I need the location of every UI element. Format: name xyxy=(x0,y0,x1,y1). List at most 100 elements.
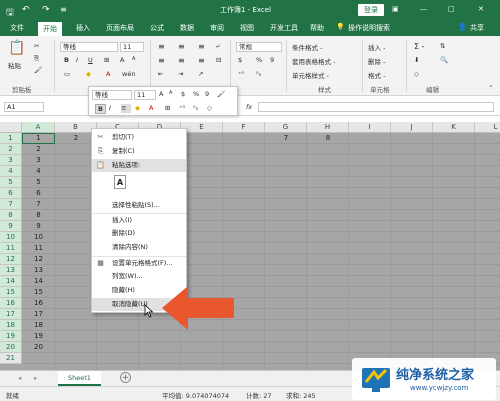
mini-comma-button[interactable]: 9 xyxy=(205,90,209,98)
bold-button[interactable]: B xyxy=(64,56,69,64)
scroll-left-icon[interactable]: ◂ xyxy=(18,374,21,382)
decrease-indent-icon[interactable]: ⇤ xyxy=(158,70,163,78)
delete-cells-button[interactable]: 删除 - xyxy=(368,56,385,66)
mini-align-center-icon[interactable]: ≡ xyxy=(121,104,131,113)
menu-paste-button[interactable]: A xyxy=(92,175,186,195)
format-cells-button[interactable]: 格式 - xyxy=(368,70,385,80)
tab-formulas[interactable]: 公式 xyxy=(150,23,164,33)
cell-a[interactable]: 18 xyxy=(22,320,55,331)
row-header[interactable]: 7 xyxy=(0,199,22,210)
column-header-g[interactable]: G xyxy=(265,122,307,133)
font-grow-icon[interactable]: A xyxy=(120,56,124,64)
column-header-h[interactable]: H xyxy=(307,122,349,133)
column-header-l[interactable]: L xyxy=(475,122,500,133)
cond-format-button[interactable]: 条件格式 - xyxy=(292,42,322,52)
row-header[interactable]: 5 xyxy=(0,177,22,188)
align-center-icon[interactable]: ≡ xyxy=(178,56,185,65)
tab-page-layout[interactable]: 页面布局 xyxy=(106,23,134,33)
row-header[interactable]: 14 xyxy=(0,276,22,287)
sort-filter-icon[interactable]: ⇅ xyxy=(440,42,445,50)
comma-button[interactable]: 9 xyxy=(270,56,274,64)
cell-a[interactable]: 14 xyxy=(22,276,55,287)
menu-clear-contents[interactable]: 清除内容(N) xyxy=(92,241,186,254)
cell-a[interactable]: 5 xyxy=(22,177,55,188)
paste-button[interactable]: 粘贴 xyxy=(8,60,21,70)
cell-a[interactable]: 6 xyxy=(22,188,55,199)
spreadsheet-grid[interactable]: ABCDEFGHIJKLMA 1234567891011121314151617… xyxy=(0,122,500,370)
row-header[interactable]: 12 xyxy=(0,254,22,265)
tab-data[interactable]: 数据 xyxy=(180,23,194,33)
tab-view[interactable]: 视图 xyxy=(240,23,254,33)
decrease-decimal-icon[interactable]: ⁰₀ xyxy=(256,70,261,78)
mini-currency-icon[interactable]: $ xyxy=(181,90,185,98)
row-header[interactable]: 2 xyxy=(0,144,22,155)
cut-icon[interactable]: ✂ xyxy=(34,42,39,50)
row-header[interactable]: 4 xyxy=(0,166,22,177)
mini-format-painter-icon[interactable]: 🖌 xyxy=(217,90,225,98)
row-header[interactable]: 1 xyxy=(0,133,22,144)
copy-icon[interactable]: ⎘ xyxy=(34,54,39,63)
paste-icon[interactable]: 📋 xyxy=(8,40,25,56)
align-left-icon[interactable]: ≡ xyxy=(158,56,165,65)
cell-a[interactable]: 19 xyxy=(22,331,55,342)
row-header[interactable]: 13 xyxy=(0,265,22,276)
cell-a[interactable]: 4 xyxy=(22,166,55,177)
column-header-i[interactable]: I xyxy=(349,122,391,133)
paste-clipboard-icon[interactable]: A xyxy=(114,175,126,189)
tab-home[interactable]: 开始 xyxy=(38,22,62,36)
login-button[interactable]: 登录 xyxy=(358,4,384,16)
align-top-icon[interactable]: ≡ xyxy=(158,42,165,51)
insert-cells-button[interactable]: 插入 - xyxy=(368,42,385,52)
number-format-box[interactable]: 常规 xyxy=(236,42,282,52)
tab-review[interactable]: 审阅 xyxy=(210,23,224,33)
percent-button[interactable]: % xyxy=(256,56,262,64)
mini-percent-button[interactable]: % xyxy=(193,90,199,98)
mini-font-box[interactable]: 等线 xyxy=(92,90,132,100)
mini-fill-color-icon[interactable]: ◆ xyxy=(135,104,140,112)
find-icon[interactable]: 🔍 xyxy=(440,56,448,64)
fx-button[interactable]: fx xyxy=(246,103,252,111)
row-header[interactable]: 15 xyxy=(0,287,22,298)
select-all-corner[interactable] xyxy=(0,122,22,133)
border-icon[interactable]: ⊞ xyxy=(104,56,109,64)
increase-indent-icon[interactable]: ⇥ xyxy=(178,70,183,78)
cell-h1[interactable]: 8 xyxy=(307,133,349,144)
tab-developer[interactable]: 开发工具 xyxy=(270,23,298,33)
row-header[interactable]: 11 xyxy=(0,243,22,254)
align-middle-icon[interactable]: ≡ xyxy=(178,42,185,51)
font-size-box[interactable]: 11 xyxy=(120,42,144,52)
row-header[interactable]: 17 xyxy=(0,309,22,320)
mini-grow-icon[interactable]: A xyxy=(159,90,163,98)
tab-file[interactable]: 文件 xyxy=(10,23,24,33)
font-name-box[interactable]: 等线 xyxy=(60,42,118,52)
cell-a[interactable]: 11 xyxy=(22,243,55,254)
row-header[interactable]: 9 xyxy=(0,221,22,232)
scroll-right-icon[interactable]: ▸ xyxy=(34,374,37,382)
formula-input[interactable] xyxy=(258,102,494,112)
menu-insert[interactable]: 插入(I) xyxy=(92,213,186,226)
border-bottom-icon[interactable]: ▭ xyxy=(64,70,70,78)
column-header-k[interactable]: K xyxy=(433,122,475,133)
row-header[interactable]: 8 xyxy=(0,210,22,221)
cell-a[interactable]: 9 xyxy=(22,221,55,232)
undo-icon[interactable]: ↶ xyxy=(22,5,30,15)
menu-format-cells[interactable]: ▦ 设置单元格格式(F)... xyxy=(92,256,186,269)
save-icon[interactable]: 🖫 xyxy=(6,5,14,21)
sheet-tab-sheet1[interactable]: Sheet1 xyxy=(58,371,101,386)
column-header-e[interactable]: E xyxy=(181,122,223,133)
row-header[interactable]: 18 xyxy=(0,320,22,331)
add-sheet-button[interactable]: + xyxy=(120,372,131,383)
table-format-button[interactable]: 套用表格格式 - xyxy=(292,56,335,66)
autosum-button[interactable]: Σ - xyxy=(414,42,424,51)
align-right-icon[interactable]: ≡ xyxy=(198,56,205,65)
phonetic-button[interactable]: wén xyxy=(122,70,135,78)
align-bottom-icon[interactable]: ≡ xyxy=(198,42,205,51)
cell-a[interactable]: 13 xyxy=(22,265,55,276)
share-button[interactable]: 共享 xyxy=(470,23,484,33)
mini-decrease-decimal-icon[interactable]: ⁰₀ xyxy=(193,104,198,112)
row-header[interactable]: 16 xyxy=(0,298,22,309)
row-header[interactable]: 20 xyxy=(0,342,22,353)
font-color-icon[interactable]: A xyxy=(106,70,110,78)
orientation-icon[interactable]: ↗ xyxy=(198,70,203,78)
tell-me-search[interactable]: 操作说明搜索 xyxy=(348,23,390,33)
